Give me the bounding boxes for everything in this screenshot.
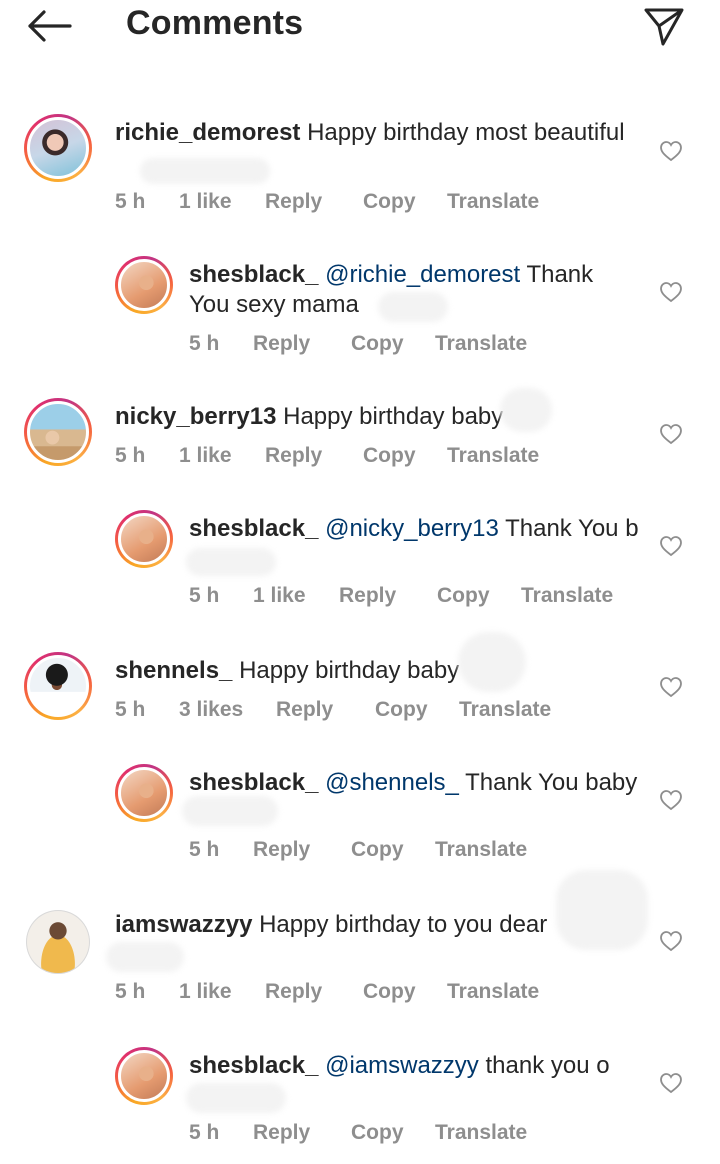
reply-button[interactable]: Reply — [253, 1121, 310, 1145]
redacted-region — [458, 632, 526, 692]
mention-link[interactable]: @shennels_ — [325, 769, 459, 796]
comment-body: Thank You b — [505, 515, 639, 542]
redacted-region — [378, 292, 448, 322]
heart-icon[interactable] — [659, 789, 683, 811]
comment-likes[interactable]: 1 like — [179, 980, 232, 1004]
comment-body: Thank You baby — [465, 769, 638, 796]
reply-button[interactable]: Reply — [265, 980, 322, 1004]
redacted-region — [186, 548, 276, 576]
translate-button[interactable]: Translate — [435, 332, 527, 356]
redacted-region — [186, 1083, 286, 1113]
avatar[interactable] — [24, 398, 92, 466]
comment-likes[interactable]: 1 like — [179, 444, 232, 468]
heart-icon[interactable] — [659, 930, 683, 952]
avatar[interactable] — [26, 910, 90, 974]
comment-text: shesblack_ @nicky_berry13 Thank You b — [189, 514, 649, 544]
comment-text: iamswazzyy Happy birthday to you dear — [115, 910, 595, 940]
avatar[interactable] — [24, 652, 92, 720]
mention-link[interactable]: @iamswazzyy — [325, 1052, 479, 1079]
comment-body: Happy birthday baby — [283, 403, 504, 430]
comment-body: Happy birthday most beautiful — [307, 119, 625, 146]
comment-body: Happy birthday baby — [239, 657, 460, 684]
translate-button[interactable]: Translate — [447, 980, 539, 1004]
translate-button[interactable]: Translate — [435, 1121, 527, 1145]
comment-username[interactable]: iamswazzyy — [115, 911, 252, 938]
comment-likes[interactable]: 3 likes — [179, 698, 243, 722]
copy-button[interactable]: Copy — [437, 584, 490, 608]
comment-username[interactable]: shesblack_ — [189, 261, 318, 288]
comment-username[interactable]: richie_demorest — [115, 119, 300, 146]
translate-button[interactable]: Translate — [459, 698, 551, 722]
comment-time: 5 h — [189, 1121, 220, 1144]
translate-button[interactable]: Translate — [447, 190, 539, 214]
avatar[interactable] — [115, 256, 173, 314]
reply-button[interactable]: Reply — [253, 332, 310, 356]
comment-username[interactable]: nicky_berry13 — [115, 403, 276, 430]
paper-plane-icon[interactable] — [642, 4, 686, 48]
comment-time: 5 h — [189, 838, 220, 861]
copy-button[interactable]: Copy — [363, 190, 416, 214]
comment-text: shesblack_ @iamswazzyy thank you o — [189, 1051, 649, 1081]
translate-button[interactable]: Translate — [447, 444, 539, 468]
comment-time: 5 h — [115, 190, 146, 213]
comment-likes[interactable]: 1 like — [179, 190, 232, 214]
heart-icon[interactable] — [659, 281, 683, 303]
page-title: Comments — [126, 4, 304, 42]
copy-button[interactable]: Copy — [363, 444, 416, 468]
reply-button[interactable]: Reply — [265, 190, 322, 214]
header: Comments — [0, 0, 720, 56]
comment-time: 5 h — [189, 584, 220, 607]
heart-icon[interactable] — [659, 423, 683, 445]
comment-time: 5 h — [115, 980, 146, 1003]
arrow-left-icon[interactable] — [26, 8, 72, 44]
copy-button[interactable]: Copy — [351, 1121, 404, 1145]
copy-button[interactable]: Copy — [351, 332, 404, 356]
heart-icon[interactable] — [659, 1072, 683, 1094]
heart-icon[interactable] — [659, 535, 683, 557]
copy-button[interactable]: Copy — [351, 838, 404, 862]
heart-icon[interactable] — [659, 140, 683, 162]
comment-time: 5 h — [115, 444, 146, 467]
comment-text: shesblack_ @shennels_ Thank You baby — [189, 768, 649, 798]
comment-username[interactable]: shennels_ — [115, 657, 232, 684]
avatar[interactable] — [115, 510, 173, 568]
avatar[interactable] — [115, 764, 173, 822]
redacted-region — [556, 870, 648, 950]
translate-button[interactable]: Translate — [521, 584, 613, 608]
comment-username[interactable]: shesblack_ — [189, 1052, 318, 1079]
comment-time: 5 h — [115, 698, 146, 721]
redacted-region — [182, 796, 278, 826]
comment-time: 5 h — [189, 332, 220, 355]
comment-username[interactable]: shesblack_ — [189, 515, 318, 542]
heart-icon[interactable] — [659, 676, 683, 698]
mention-link[interactable]: @nicky_berry13 — [325, 515, 499, 542]
reply-button[interactable]: Reply — [265, 444, 322, 468]
comment-username[interactable]: shesblack_ — [189, 769, 318, 796]
avatar[interactable] — [24, 114, 92, 182]
redacted-region — [140, 158, 270, 184]
translate-button[interactable]: Translate — [435, 838, 527, 862]
comment-body: thank you o — [485, 1052, 610, 1079]
reply-button[interactable]: Reply — [253, 838, 310, 862]
avatar[interactable] — [115, 1047, 173, 1105]
comment-text: richie_demorest Happy birthday most beau… — [115, 118, 655, 148]
copy-button[interactable]: Copy — [363, 980, 416, 1004]
redacted-region — [500, 388, 552, 432]
reply-button[interactable]: Reply — [276, 698, 333, 722]
copy-button[interactable]: Copy — [375, 698, 428, 722]
reply-button[interactable]: Reply — [339, 584, 396, 608]
comment-body: Happy birthday to you dear — [259, 911, 548, 938]
redacted-region — [106, 942, 184, 972]
comment-likes[interactable]: 1 like — [253, 584, 306, 608]
mention-link[interactable]: @richie_demorest — [325, 261, 520, 288]
